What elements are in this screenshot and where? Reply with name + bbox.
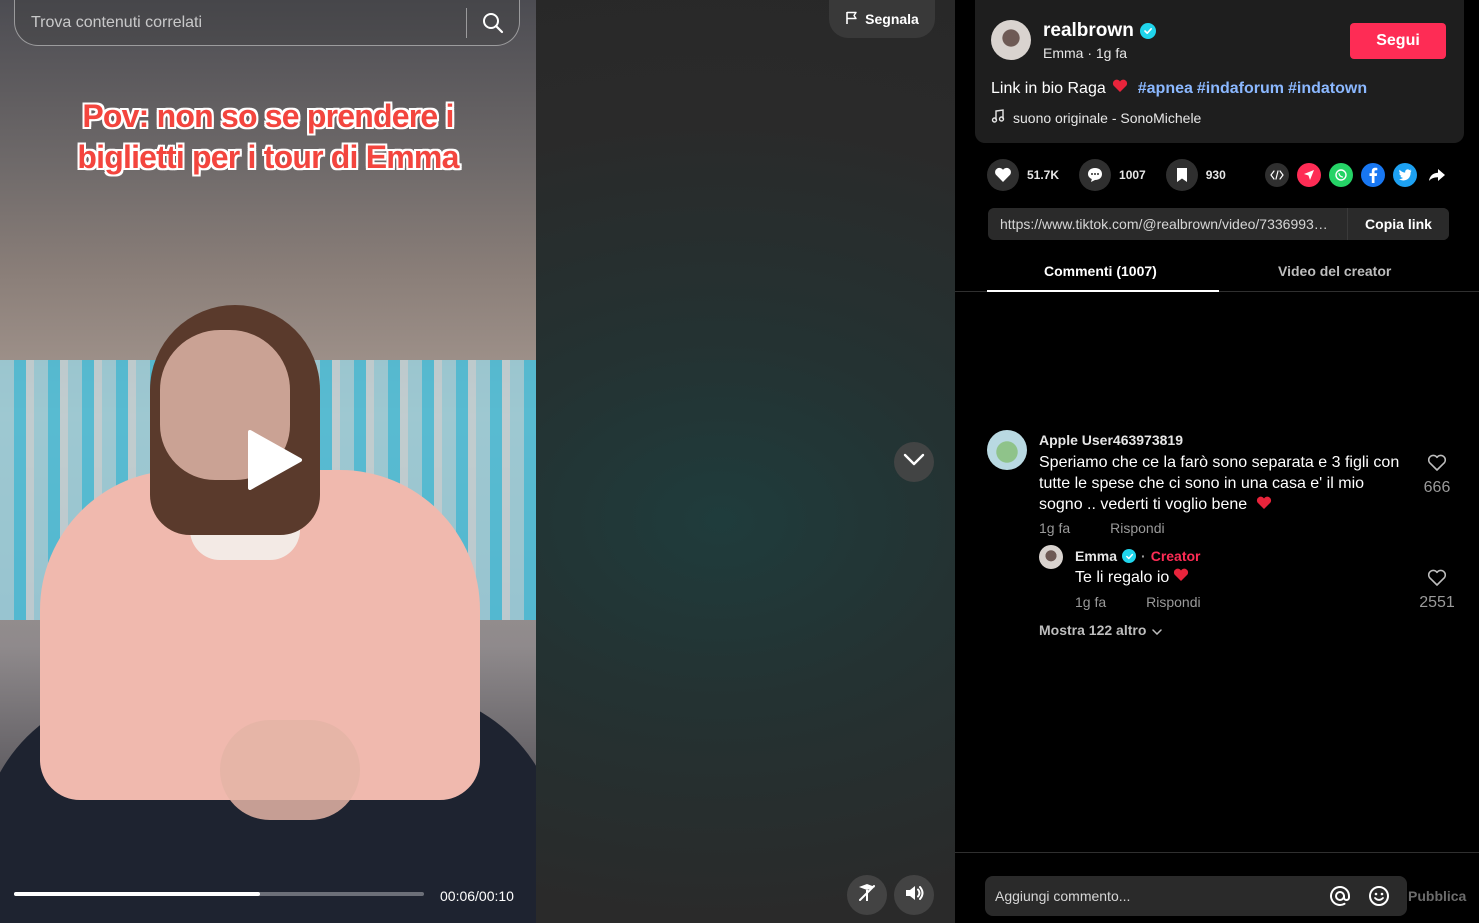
heart-outline-icon[interactable] (1427, 454, 1447, 476)
follow-button[interactable]: Segui (1350, 23, 1446, 59)
like-action[interactable]: 51.7K (987, 159, 1059, 191)
show-more-replies[interactable]: Mostra 122 altro (1039, 622, 1163, 638)
send-icon[interactable] (1297, 163, 1321, 187)
video-player[interactable]: Pov: non so se prendere i biglietti per … (0, 0, 536, 923)
comment-input[interactable]: Aggiungi commento... (985, 876, 1407, 916)
video-caption: Pov: non so se prendere i biglietti per … (0, 96, 536, 178)
share-link-url[interactable]: https://www.tiktok.com/@realbrown/video/… (1000, 216, 1345, 232)
chevron-down-icon (1152, 622, 1163, 638)
heart-outline-icon[interactable] (1427, 569, 1447, 591)
share-link-box: https://www.tiktok.com/@realbrown/video/… (988, 208, 1449, 240)
description-text: Link in bio Raga (991, 79, 1106, 97)
heart-emoji-icon (1173, 568, 1189, 587)
author-username-text: realbrown (1043, 20, 1134, 41)
play-icon[interactable] (244, 430, 304, 490)
share-row (1265, 163, 1449, 187)
sound-text: suono originale - SonoMichele (1013, 109, 1202, 126)
save-action[interactable]: 930 (1165, 159, 1226, 191)
reply-body: Te li regalo io (1075, 568, 1170, 586)
volume-icon (903, 882, 925, 909)
reply-username[interactable]: Emma · Creator (1075, 548, 1201, 564)
report-label: Segnala (865, 11, 919, 27)
hashtag-link[interactable]: #indatown (1288, 80, 1367, 98)
verified-icon (1139, 23, 1156, 39)
commenter-username[interactable]: Apple User463973819 (1039, 432, 1183, 448)
comment-time: 1g fa (1039, 520, 1071, 536)
panel-tabs: Commenti (1007) Video del creator (955, 250, 1479, 292)
verified-icon (1122, 549, 1137, 563)
publish-button[interactable]: Pubblica (1408, 888, 1466, 904)
comment-action[interactable]: 1007 (1079, 159, 1146, 191)
chevron-down-icon (903, 453, 925, 472)
related-search[interactable]: Trova contenuti correlati (14, 0, 520, 46)
reply-username-text: Emma (1075, 548, 1118, 564)
video-progress-fill (14, 892, 260, 896)
facebook-icon[interactable] (1361, 163, 1385, 187)
comment-body: Speriamo che ce la farò sono separata e … (1039, 454, 1400, 513)
author-avatar[interactable] (991, 20, 1031, 60)
video-subject-hand (220, 720, 360, 820)
commenter-avatar[interactable] (987, 430, 1027, 470)
report-button[interactable]: Segnala (829, 0, 935, 38)
creator-badge: Creator (1150, 548, 1201, 564)
reply-text: Te li regalo io (1075, 568, 1189, 587)
comment-text: Speriamo che ce la farò sono separata e … (1039, 452, 1411, 516)
action-bar: 51.7K 1007 930 (987, 159, 1246, 191)
reply-like-count: 2551 (1419, 594, 1455, 611)
video-area: Pov: non so se prendere i biglietti per … (0, 0, 955, 923)
heart-icon[interactable] (987, 159, 1019, 191)
show-more-label: Mostra 122 altro (1039, 622, 1147, 638)
twitter-icon[interactable] (1393, 163, 1417, 187)
flag-icon (845, 11, 859, 28)
hashtag-link[interactable]: #indaforum (1197, 80, 1284, 98)
search-divider (466, 8, 467, 38)
emoji-icon[interactable] (1368, 885, 1390, 907)
hashtag-link[interactable]: #apnea (1138, 80, 1193, 98)
comment-count: 1007 (1119, 168, 1146, 182)
bookmark-icon[interactable] (1165, 159, 1198, 191)
creator-avatar[interactable] (1039, 545, 1063, 569)
sound-link[interactable]: suono originale - SonoMichele (991, 109, 1201, 126)
next-video-button[interactable] (894, 442, 934, 482)
like-count: 51.7K (1027, 168, 1060, 182)
mention-icon[interactable] (1329, 885, 1351, 907)
heart-emoji-icon (1256, 495, 1272, 516)
tab-comments[interactable]: Commenti (1007) (1044, 263, 1157, 279)
comment-composer: Aggiungi commento... Pubblica (955, 852, 1479, 923)
heart-emoji-icon (1112, 79, 1128, 98)
comment-meta: 1g fa Rispondi (1039, 520, 1165, 536)
dot-separator: · (1141, 548, 1146, 564)
comment-like[interactable]: 666 (1421, 454, 1453, 497)
tab-creator-videos[interactable]: Video del creator (1278, 263, 1391, 279)
side-panel: realbrown Emma · 1g fa Segui Link in bio… (955, 0, 1479, 923)
embed-icon[interactable] (1265, 163, 1289, 187)
volume-button[interactable] (894, 875, 934, 915)
video-info-card: realbrown Emma · 1g fa Segui Link in bio… (975, 0, 1464, 143)
picture-in-picture-icon (856, 882, 878, 909)
reply-meta: 1g fa Rispondi (1075, 594, 1201, 610)
reply-time: 1g fa (1075, 594, 1107, 610)
comment-bubble-icon[interactable] (1079, 159, 1112, 191)
video-progress-bar[interactable] (14, 892, 424, 896)
search-input[interactable]: Trova contenuti correlati (31, 14, 202, 32)
video-caption-line2: biglietti per i tour di Emma (77, 139, 459, 175)
video-caption-line1: Pov: non so se prendere i (82, 98, 454, 134)
video-time: 00:06/00:10 (440, 888, 514, 904)
music-note-icon (991, 109, 1005, 126)
share-arrow-icon[interactable] (1425, 163, 1449, 187)
author-username[interactable]: realbrown (1043, 20, 1156, 42)
author-subtitle: Emma · 1g fa (1043, 45, 1128, 61)
reply-button[interactable]: Rispondi (1146, 594, 1200, 610)
reply-button[interactable]: Rispondi (1110, 520, 1164, 536)
save-count: 930 (1205, 168, 1226, 182)
video-description: Link in bio Raga #apnea #indaforum #inda… (991, 79, 1367, 98)
floating-player-button[interactable] (847, 875, 887, 915)
reply-like[interactable]: 2551 (1417, 569, 1457, 612)
comment-input-placeholder: Aggiungi commento... (995, 888, 1131, 904)
search-icon[interactable] (481, 11, 505, 35)
copy-link-button[interactable]: Copia link (1347, 208, 1449, 240)
comment-like-count: 666 (1423, 479, 1451, 496)
active-tab-indicator (987, 290, 1219, 292)
whatsapp-icon[interactable] (1329, 163, 1353, 187)
